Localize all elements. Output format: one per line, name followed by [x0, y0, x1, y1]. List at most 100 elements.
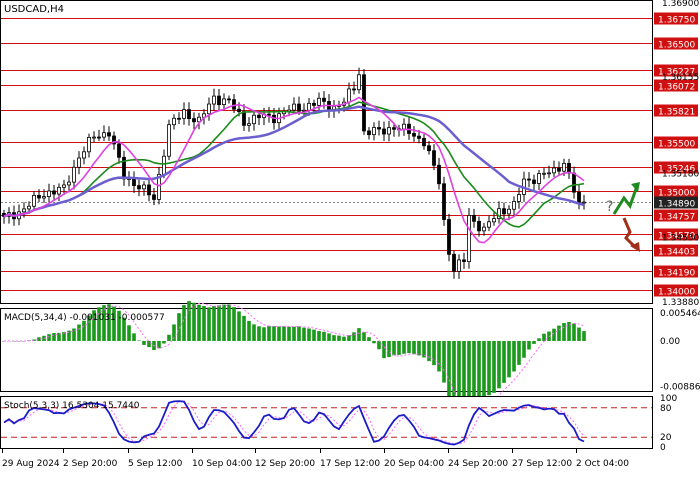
macd-bar [447, 340, 451, 398]
candle [57, 186, 61, 195]
macd-bar [312, 329, 316, 341]
macd-bar [217, 305, 221, 341]
candle [87, 136, 91, 153]
candle [562, 162, 566, 172]
candle [257, 114, 261, 119]
current-price-label: 1.34890 [658, 200, 695, 210]
candle [437, 164, 441, 185]
candle [547, 172, 551, 175]
stoch-tick-label: 20 [660, 433, 672, 443]
macd-bar [487, 340, 491, 396]
candle [242, 111, 246, 126]
candle [177, 117, 181, 120]
macd-bar [307, 328, 311, 341]
candle [577, 191, 581, 203]
macd-bar [442, 340, 446, 383]
macd-bar [242, 315, 246, 341]
candle [97, 136, 101, 139]
main-panel-frame [0, 0, 653, 304]
macd-bar [337, 335, 341, 341]
candle [162, 155, 166, 175]
macd-label: MACD(5,34,4) -0.001031 -0.000577 [4, 313, 165, 323]
candle [212, 95, 216, 105]
candle [432, 150, 436, 166]
time-label: 10 Sep 04:00 [192, 459, 252, 469]
macd-bar [497, 340, 501, 389]
macd-tick-label: 0.005464 [660, 309, 700, 319]
time-label: 29 Aug 2024 [2, 459, 60, 469]
stoch-axis: 10080 200 [660, 394, 677, 453]
macd-bar [247, 320, 251, 341]
macd-bar [387, 340, 391, 358]
candle [492, 218, 496, 223]
time-label: 2 Oct 04:00 [576, 459, 629, 469]
macd-bar [287, 326, 291, 341]
macd-bar [162, 340, 166, 344]
candle [37, 194, 41, 199]
candle [552, 167, 556, 174]
candle [377, 127, 381, 130]
macd-bar [222, 304, 226, 341]
macd-bar [407, 340, 411, 354]
candle [527, 178, 531, 181]
time-axis: 29 Aug 2024 2 Sep 20:00 5 Sep 12:00 10 Sep … [2, 449, 629, 469]
macd-bar [417, 340, 421, 356]
candle [412, 133, 416, 137]
macd-bar [352, 332, 356, 341]
candle [47, 190, 51, 198]
macd-bar [517, 340, 521, 365]
macd-bar [127, 325, 131, 341]
macd-bar [342, 336, 346, 341]
candle [52, 190, 56, 195]
candle [452, 253, 456, 272]
macd-bar [112, 306, 116, 341]
candle [557, 167, 561, 172]
macd-bar [297, 326, 301, 341]
candle [62, 184, 66, 188]
candle [142, 184, 146, 190]
candle [132, 178, 136, 186]
candle [72, 166, 76, 183]
macd-bar [292, 326, 296, 341]
candle [222, 98, 226, 106]
macd-bar [327, 333, 331, 341]
macd-bar [532, 340, 536, 344]
macd-bar [322, 331, 326, 341]
macd-bar [552, 328, 556, 341]
time-label: 27 Sep 12:00 [512, 459, 572, 469]
candle [472, 215, 476, 222]
candle [247, 123, 251, 126]
candle [402, 123, 406, 130]
candle [367, 130, 371, 136]
candle [537, 173, 541, 184]
candle [447, 219, 451, 255]
price-tick-label: 1.35180 [662, 169, 699, 179]
forecast-question: ? [606, 199, 613, 215]
macd-bar [132, 333, 136, 341]
macd-bar [522, 340, 526, 358]
macd-bar [82, 320, 86, 341]
candle [267, 113, 271, 116]
candle [27, 205, 31, 210]
macd-tick-label: -0.008868 [660, 383, 700, 393]
level-label: 1.34757 [658, 213, 695, 223]
candle [172, 117, 176, 126]
candle [232, 99, 236, 110]
level-label: 1.36500 [658, 41, 695, 51]
candle [302, 109, 306, 112]
time-label: 20 Sep 04:00 [384, 459, 444, 469]
symbol-label: USDCAD,H4 [4, 4, 64, 15]
candle [217, 95, 221, 106]
macd-bar [427, 340, 431, 362]
time-label: 5 Sep 12:00 [128, 459, 183, 469]
time-label: 2 Sep 20:00 [63, 459, 118, 469]
macd-bar [77, 324, 81, 341]
level-label: 1.36750 [658, 16, 695, 26]
macd-bar [232, 307, 236, 341]
candle [137, 185, 141, 190]
macd-bar [52, 333, 56, 341]
level-label: 1.34403 [658, 248, 695, 258]
macd-bar [422, 340, 426, 358]
candle [207, 103, 211, 115]
candle [152, 194, 156, 200]
